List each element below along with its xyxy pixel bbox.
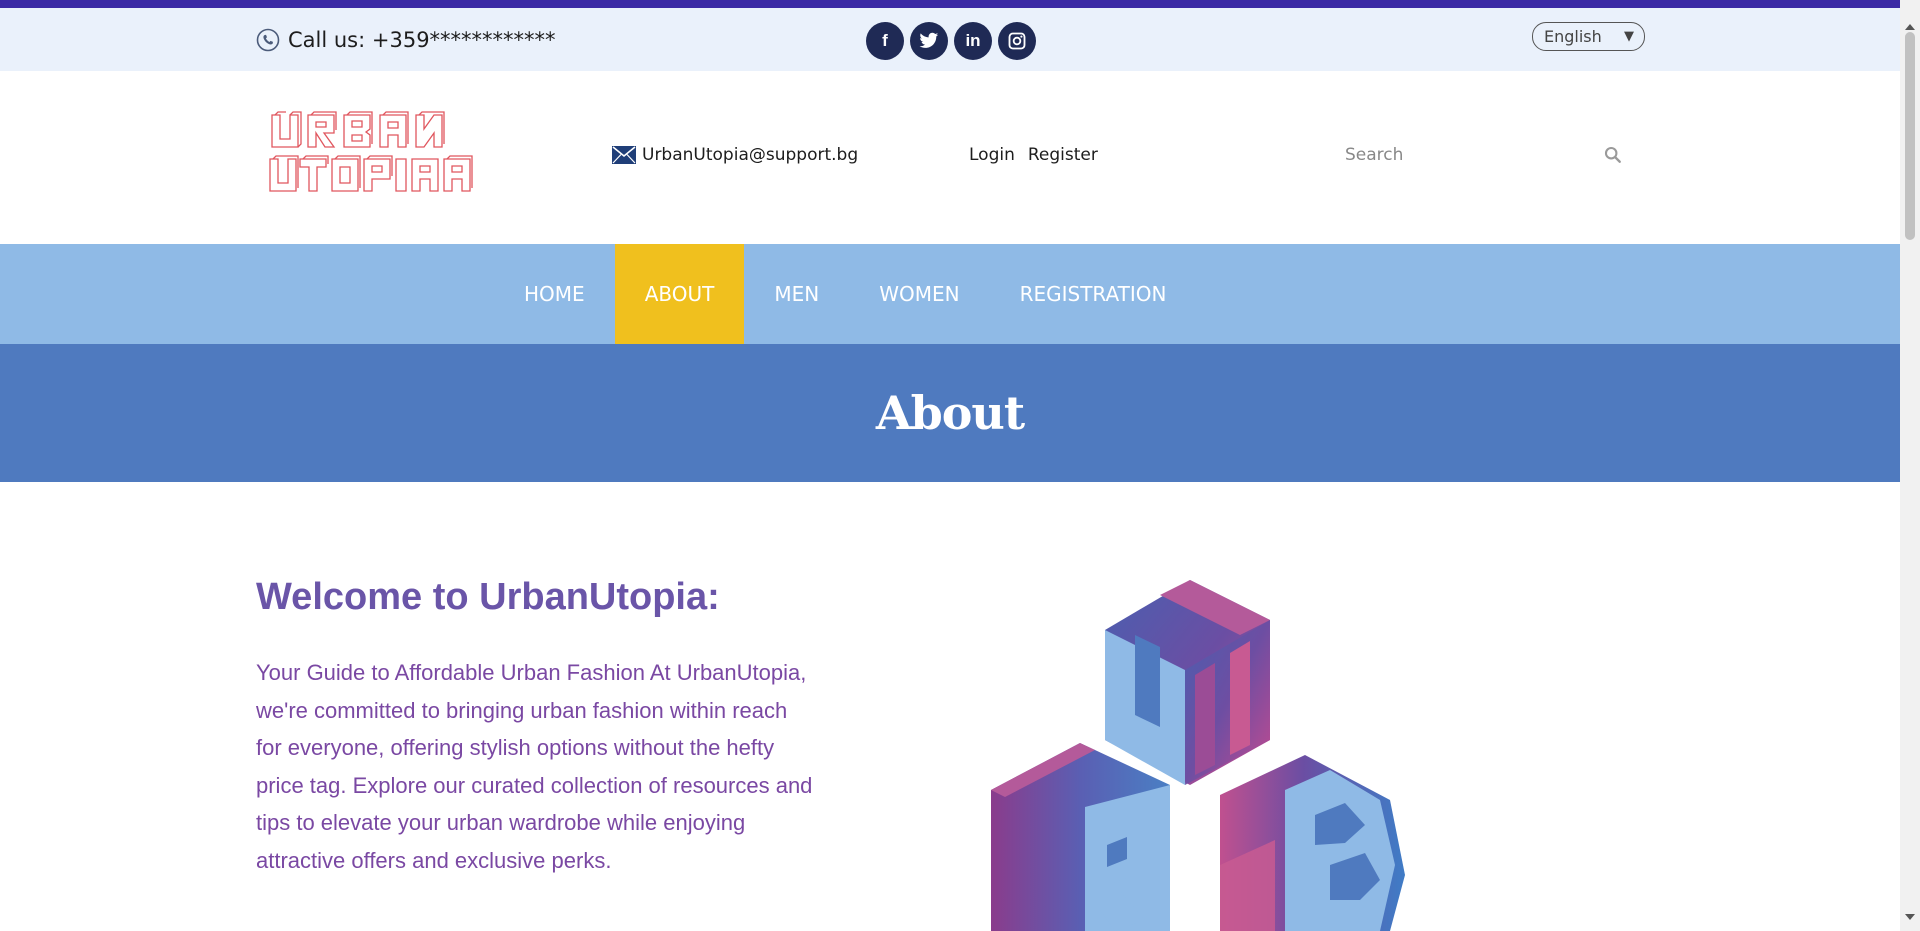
chevron-down-icon: ▼ bbox=[1624, 29, 1634, 44]
top-accent-line bbox=[0, 0, 1900, 8]
language-value: English bbox=[1544, 27, 1602, 46]
auth-links: Login Register bbox=[969, 145, 1098, 165]
envelope-icon bbox=[612, 146, 636, 164]
nav-item-men[interactable]: MEN bbox=[744, 244, 849, 344]
nav-items: HOME ABOUT MEN WOMEN REGISTRATION bbox=[494, 244, 1196, 344]
facebook-icon[interactable]: f bbox=[866, 22, 904, 60]
top-bar: Call us: +359************ f in English ▼ bbox=[0, 8, 1900, 71]
site-header: UrbanUtopia@support.bg Login Register bbox=[0, 71, 1900, 244]
scroll-up-arrow-icon[interactable] bbox=[1905, 24, 1915, 30]
call-us: Call us: +359************ bbox=[256, 28, 556, 52]
urbanutopia-logo[interactable] bbox=[266, 111, 496, 201]
instagram-camera-icon bbox=[1008, 32, 1026, 50]
welcome-heading: Welcome to UrbanUtopia: bbox=[256, 576, 720, 618]
urb-cubes-logo-image bbox=[991, 580, 1405, 931]
nav-item-registration[interactable]: REGISTRATION bbox=[990, 244, 1197, 344]
social-links: f in bbox=[866, 22, 1036, 60]
nav-item-women[interactable]: WOMEN bbox=[849, 244, 989, 344]
main-navigation: HOME ABOUT MEN WOMEN REGISTRATION bbox=[0, 244, 1900, 344]
search-icon[interactable] bbox=[1604, 146, 1622, 164]
twitter-icon[interactable] bbox=[910, 22, 948, 60]
instagram-icon[interactable] bbox=[998, 22, 1036, 60]
login-link[interactable]: Login bbox=[969, 145, 1015, 165]
search-input[interactable] bbox=[1345, 145, 1585, 165]
linkedin-icon[interactable]: in bbox=[954, 22, 992, 60]
language-select[interactable]: English ▼ bbox=[1532, 22, 1645, 51]
register-link[interactable]: Register bbox=[1028, 145, 1098, 165]
nav-item-about[interactable]: ABOUT bbox=[614, 244, 745, 344]
vertical-scrollbar[interactable] bbox=[1900, 0, 1920, 931]
page-title: About bbox=[875, 386, 1025, 440]
nav-item-home[interactable]: HOME bbox=[494, 244, 615, 344]
support-email[interactable]: UrbanUtopia@support.bg bbox=[612, 145, 858, 165]
twitter-bird-icon bbox=[919, 32, 939, 48]
intro-paragraph: Your Guide to Affordable Urban Fashion A… bbox=[256, 660, 813, 873]
page-banner: About bbox=[0, 344, 1900, 482]
phone-icon bbox=[256, 28, 280, 52]
page: Call us: +359************ f in English ▼ bbox=[0, 0, 1900, 931]
call-us-text: Call us: +359************ bbox=[288, 28, 556, 52]
scroll-down-arrow-icon[interactable] bbox=[1905, 914, 1915, 920]
scroll-thumb[interactable] bbox=[1905, 32, 1915, 240]
search-box bbox=[1332, 135, 1632, 175]
support-email-text: UrbanUtopia@support.bg bbox=[642, 145, 859, 165]
